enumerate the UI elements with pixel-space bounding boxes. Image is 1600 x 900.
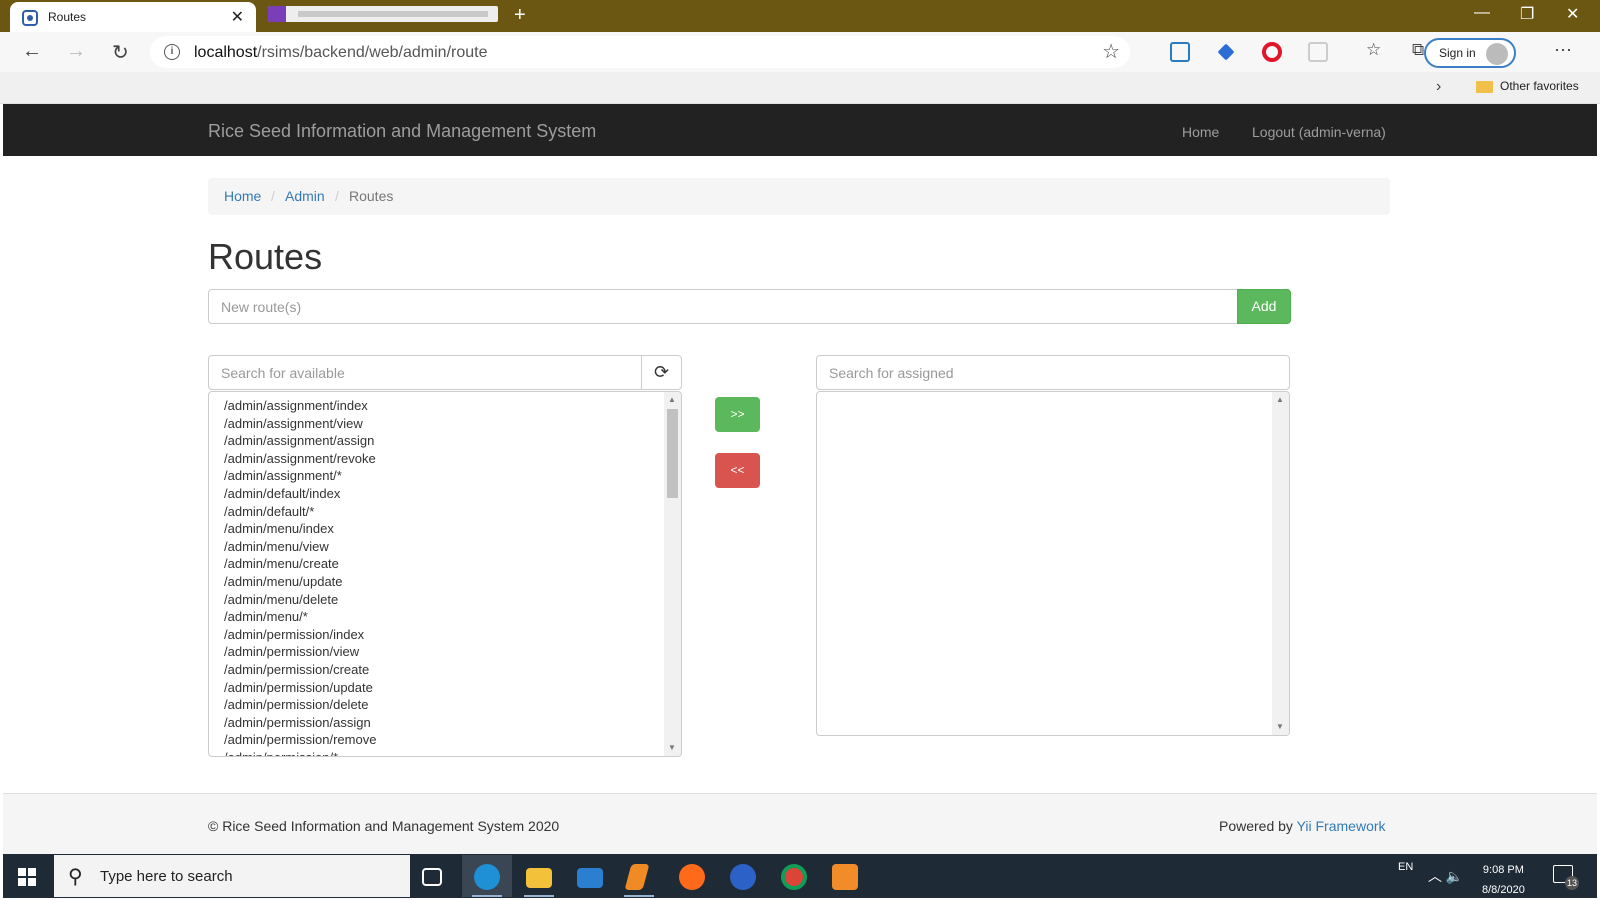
available-route-item[interactable]: /admin/menu/delete [224,591,376,609]
chevron-right-icon[interactable]: › [1436,78,1441,96]
assign-button[interactable]: >> [715,397,760,432]
yii-favicon-icon [22,10,38,26]
scroll-up-icon[interactable]: ▲ [1276,395,1284,404]
add-route-button[interactable]: Add [1237,289,1291,324]
footer-copyright: © Rice Seed Information and Management S… [208,818,560,834]
firefox-icon[interactable] [679,864,705,890]
xampp-icon[interactable] [832,864,858,890]
nav-logout-link[interactable]: Logout (admin-verna) [1252,124,1386,140]
search-icon: ⚲ [68,866,83,888]
search-available-input[interactable] [208,355,642,390]
available-route-item[interactable]: /admin/permission/update [224,679,376,697]
language-indicator[interactable]: EN [1398,861,1413,873]
file-explorer-icon[interactable] [526,868,552,888]
breadcrumb-separator: / [335,188,339,204]
scrollbar[interactable]: ▲ ▼ [664,392,681,756]
scroll-down-icon[interactable]: ▼ [668,743,676,752]
more-options-icon[interactable]: ⋯ [1554,40,1572,61]
available-route-item[interactable]: /admin/assignment/index [224,397,376,415]
available-route-item[interactable]: /admin/menu/update [224,573,376,591]
breadcrumb-current: Routes [349,188,394,204]
breadcrumb-admin[interactable]: Admin [285,188,325,204]
notification-icon[interactable]: 13 [1553,865,1579,890]
minimize-icon[interactable]: — [1474,4,1490,22]
wps-icon[interactable] [730,864,756,890]
opera-extension-icon[interactable] [1262,42,1282,62]
available-route-item[interactable]: /admin/assignment/view [224,415,376,433]
search-assigned-input[interactable] [816,355,1290,390]
available-route-item[interactable]: /admin/permission/create [224,661,376,679]
available-route-item[interactable]: /admin/permission/assign [224,714,376,732]
reload-icon[interactable]: ↻ [112,40,129,65]
info-icon[interactable]: i [164,44,180,60]
available-route-item[interactable]: /admin/assignment/* [224,467,376,485]
address-bar[interactable]: i localhost/rsims/backend/web/admin/rout… [150,36,1130,68]
available-routes-items: /admin/assignment/index/admin/assignment… [224,397,376,756]
new-route-input[interactable] [208,289,1238,324]
footer-powered-by: Powered by Yii Framework [1219,818,1386,834]
active-indicator [524,895,554,897]
url-text[interactable]: localhost/rsims/backend/web/admin/route [194,44,487,62]
available-route-item[interactable]: /admin/permission/view [224,643,376,661]
available-route-item[interactable]: /admin/default/index [224,485,376,503]
available-route-item[interactable]: /admin/permission/delete [224,696,376,714]
available-routes-list[interactable]: /admin/assignment/index/admin/assignment… [208,391,682,757]
forward-icon[interactable]: → [66,40,86,63]
refresh-icon[interactable]: ⟳ [641,355,682,390]
browser-tab-routes[interactable]: Routes ✕ [10,2,256,32]
breadcrumb: Home / Admin / Routes [208,178,1390,215]
assigned-routes-list[interactable]: ▲ ▼ [816,391,1290,736]
folder-icon [1476,81,1493,93]
close-tab-icon[interactable]: ✕ [231,7,244,27]
tab-title: Routes [48,10,87,24]
available-route-item[interactable]: /admin/assignment/revoke [224,450,376,468]
breadcrumb-home[interactable]: Home [224,188,261,204]
available-route-item[interactable]: /admin/permission/* [224,749,376,756]
available-route-item[interactable]: /admin/menu/* [224,608,376,626]
favorite-star-icon[interactable]: ☆ [1102,39,1120,64]
taskbar-search-box[interactable]: ⚲ Type here to search [54,855,410,897]
favorites-bar: › Other favorites [0,72,1600,104]
nav-home-link[interactable]: Home [1182,124,1219,140]
tray-icons[interactable]: ︿ 🔈 [1428,866,1463,886]
browser-tab-redacted[interactable] [268,6,498,22]
active-indicator [472,895,502,897]
avatar-icon [1486,43,1508,65]
back-icon[interactable]: ← [22,40,42,63]
scrollbar[interactable]: ▲ ▼ [1272,392,1289,735]
restore-icon[interactable]: ❐ [1520,4,1534,24]
available-route-item[interactable]: /admin/menu/index [224,520,376,538]
scroll-down-icon[interactable]: ▼ [1276,722,1284,731]
other-favorites-link[interactable]: Other favorites [1500,79,1579,93]
available-route-item[interactable]: /admin/permission/index [224,626,376,644]
breadcrumb-separator: / [271,188,275,204]
sign-in-button[interactable]: Sign in [1424,38,1516,68]
scrollbar-thumb[interactable] [667,409,678,498]
available-route-item[interactable]: /admin/default/* [224,503,376,521]
windows-start-icon[interactable] [18,868,36,886]
available-route-item[interactable]: /admin/menu/create [224,555,376,573]
active-indicator [624,895,654,897]
edge-icon[interactable] [474,864,500,890]
brand-link[interactable]: Rice Seed Information and Management Sys… [208,121,596,142]
new-tab-button[interactable]: + [514,4,526,27]
scroll-up-icon[interactable]: ▲ [668,395,676,404]
task-view-icon[interactable] [422,868,442,886]
available-route-item[interactable]: /admin/permission/remove [224,731,376,749]
available-route-item[interactable]: /admin/menu/view [224,538,376,556]
collections-icon[interactable]: ⧉ [1412,40,1424,60]
extension-icon[interactable] [1170,42,1190,62]
taskbar-search-placeholder: Type here to search [100,868,233,885]
yii-framework-link[interactable]: Yii Framework [1297,818,1386,834]
available-route-item[interactable]: /admin/assignment/assign [224,432,376,450]
chrome-icon[interactable] [781,864,807,890]
remove-button[interactable]: << [715,453,760,488]
mail-icon[interactable] [577,868,603,888]
page-title: Routes [208,236,323,277]
close-window-icon[interactable]: ✕ [1566,4,1579,24]
extension-icon[interactable] [1308,42,1328,62]
clock[interactable]: 9:08 PM 8/8/2020 [1482,860,1525,900]
favorites-icon[interactable]: ☆ [1366,40,1381,60]
